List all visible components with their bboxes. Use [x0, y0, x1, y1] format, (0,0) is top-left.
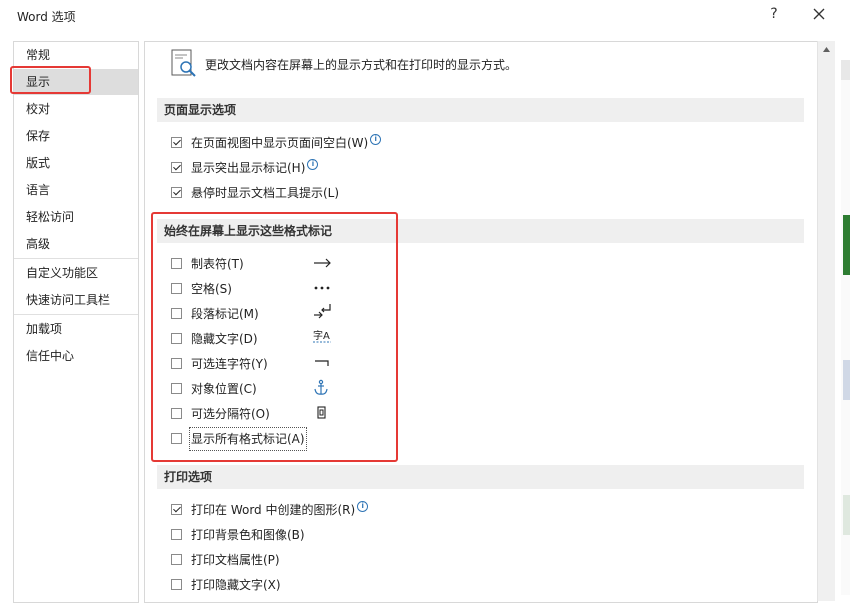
option-label: 打印背景色和图像(B): [191, 528, 305, 542]
option-label: 打印文档属性(P): [191, 553, 280, 567]
scroll-up-arrow-icon[interactable]: [818, 41, 835, 58]
checkbox[interactable]: [171, 187, 182, 198]
option-label: 在页面视图中显示页面间空白(W): [191, 136, 369, 150]
checkbox[interactable]: [171, 579, 182, 590]
background-window-edge: [843, 215, 850, 275]
background-window-edge: [843, 495, 850, 535]
sidebar-divider: [14, 314, 138, 315]
highlight-box-formatting-marks: [151, 212, 398, 462]
sidebar-item-proofing[interactable]: 校对: [14, 96, 138, 122]
background-window-edge: [843, 360, 850, 400]
option-label: 显示突出显示标记(H): [191, 161, 306, 175]
highlight-box-display: [10, 66, 91, 94]
sidebar-item-language[interactable]: 语言: [14, 177, 138, 203]
option-label: 打印在 Word 中创建的图形(R): [191, 503, 356, 517]
info-icon[interactable]: i: [307, 159, 319, 170]
close-icon[interactable]: [809, 4, 829, 24]
section-page-display: 页面显示选项: [157, 98, 804, 122]
display-settings-icon: [171, 49, 196, 77]
sidebar-item-customize-ribbon[interactable]: 自定义功能区: [14, 260, 138, 286]
sidebar-item-trust-center[interactable]: 信任中心: [14, 343, 138, 369]
sidebar-divider: [14, 258, 138, 259]
info-icon[interactable]: i: [370, 134, 382, 145]
sidebar-item-quick-access-toolbar[interactable]: 快速访问工具栏: [14, 287, 138, 313]
background-window-edge: [841, 60, 850, 80]
section-print-options: 打印选项: [157, 465, 804, 489]
sidebar-item-save[interactable]: 保存: [14, 123, 138, 149]
option-label: 打印隐藏文字(X): [191, 578, 281, 592]
sidebar: 常规 显示 校对 保存 版式 语言 轻松访问 高级 自定义功能区 快速访问工具栏…: [13, 41, 139, 603]
checkbox[interactable]: [171, 554, 182, 565]
title-bar: Word 选项 ?: [0, 0, 850, 32]
checkbox[interactable]: [171, 529, 182, 540]
option-label: 悬停时显示文档工具提示(L): [191, 186, 340, 200]
window-title: Word 选项: [17, 10, 76, 24]
checkbox[interactable]: [171, 162, 182, 173]
sidebar-item-advanced[interactable]: 高级: [14, 231, 138, 257]
info-icon[interactable]: i: [357, 501, 369, 512]
sidebar-item-general[interactable]: 常规: [14, 42, 138, 68]
sidebar-item-add-ins[interactable]: 加载项: [14, 316, 138, 342]
sidebar-item-accessibility[interactable]: 轻松访问: [14, 204, 138, 230]
sidebar-item-typography[interactable]: 版式: [14, 150, 138, 176]
checkbox[interactable]: [171, 137, 182, 148]
checkbox[interactable]: [171, 504, 182, 515]
vertical-scrollbar[interactable]: [817, 41, 835, 601]
help-button[interactable]: ?: [766, 6, 782, 22]
page-description: 更改文档内容在屏幕上的显示方式和在打印时的显示方式。: [205, 58, 518, 72]
